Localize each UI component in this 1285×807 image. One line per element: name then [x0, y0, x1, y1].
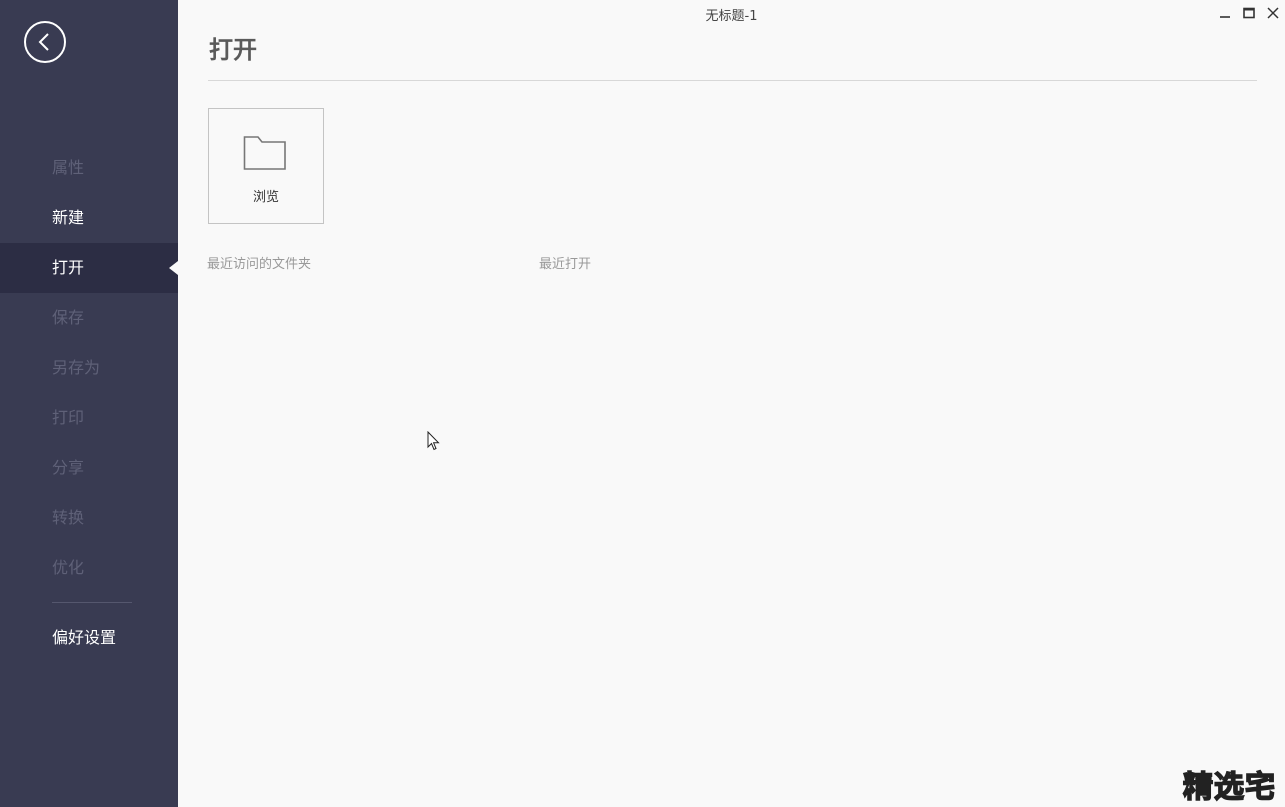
browse-button[interactable]: 浏览: [208, 108, 324, 224]
back-button[interactable]: [24, 21, 66, 63]
window-title: 无标题-1: [705, 9, 758, 24]
sidebar-item-save[interactable]: 保存: [0, 293, 178, 343]
sidebar-item-label: 新建: [52, 208, 85, 227]
maximize-icon[interactable]: [1242, 6, 1256, 20]
sidebar-item-print[interactable]: 打印: [0, 393, 178, 443]
sidebar-item-label: 打开: [52, 258, 85, 277]
sidebar-item-label: 分享: [52, 458, 85, 477]
sidebar-divider: [52, 602, 132, 603]
title-bar: 无标题-1: [178, 0, 1285, 28]
chevron-left-icon: [38, 33, 49, 51]
sidebar-item-label: 转换: [52, 508, 85, 527]
sidebar-item-label: 属性: [52, 158, 85, 177]
active-indicator: [169, 261, 178, 275]
sidebar-item-label: 优化: [52, 558, 85, 577]
sidebar-item-open[interactable]: 打开: [0, 243, 178, 293]
folder-icon: [243, 136, 286, 170]
sidebar-item-properties[interactable]: 属性: [0, 143, 178, 193]
sidebar: 属性 新建 打开 保存 另存为 打印 分享 转换 优化 偏好设置: [0, 0, 178, 807]
sidebar-item-optimize[interactable]: 优化: [0, 543, 178, 593]
sidebar-item-save-as[interactable]: 另存为: [0, 343, 178, 393]
watermark: 精选宅: [1182, 769, 1276, 806]
sidebar-item-convert[interactable]: 转换: [0, 493, 178, 543]
minimize-icon[interactable]: [1218, 6, 1232, 20]
browse-label: 浏览: [252, 190, 279, 205]
recent-folders-heading: 最近访问的文件夹: [207, 257, 312, 272]
sidebar-item-label: 保存: [52, 308, 85, 327]
title-divider: [208, 80, 1257, 81]
page-title: 打开: [209, 36, 257, 64]
sidebar-item-preferences[interactable]: 偏好设置: [0, 613, 178, 663]
mouse-cursor-icon: [427, 431, 440, 451]
sidebar-item-label: 另存为: [52, 358, 101, 377]
recent-files-heading: 最近打开: [539, 257, 592, 272]
sidebar-item-label: 偏好设置: [52, 628, 117, 647]
sidebar-item-share[interactable]: 分享: [0, 443, 178, 493]
sidebar-item-new[interactable]: 新建: [0, 193, 178, 243]
close-icon[interactable]: [1266, 6, 1280, 20]
sidebar-item-label: 打印: [52, 408, 85, 427]
